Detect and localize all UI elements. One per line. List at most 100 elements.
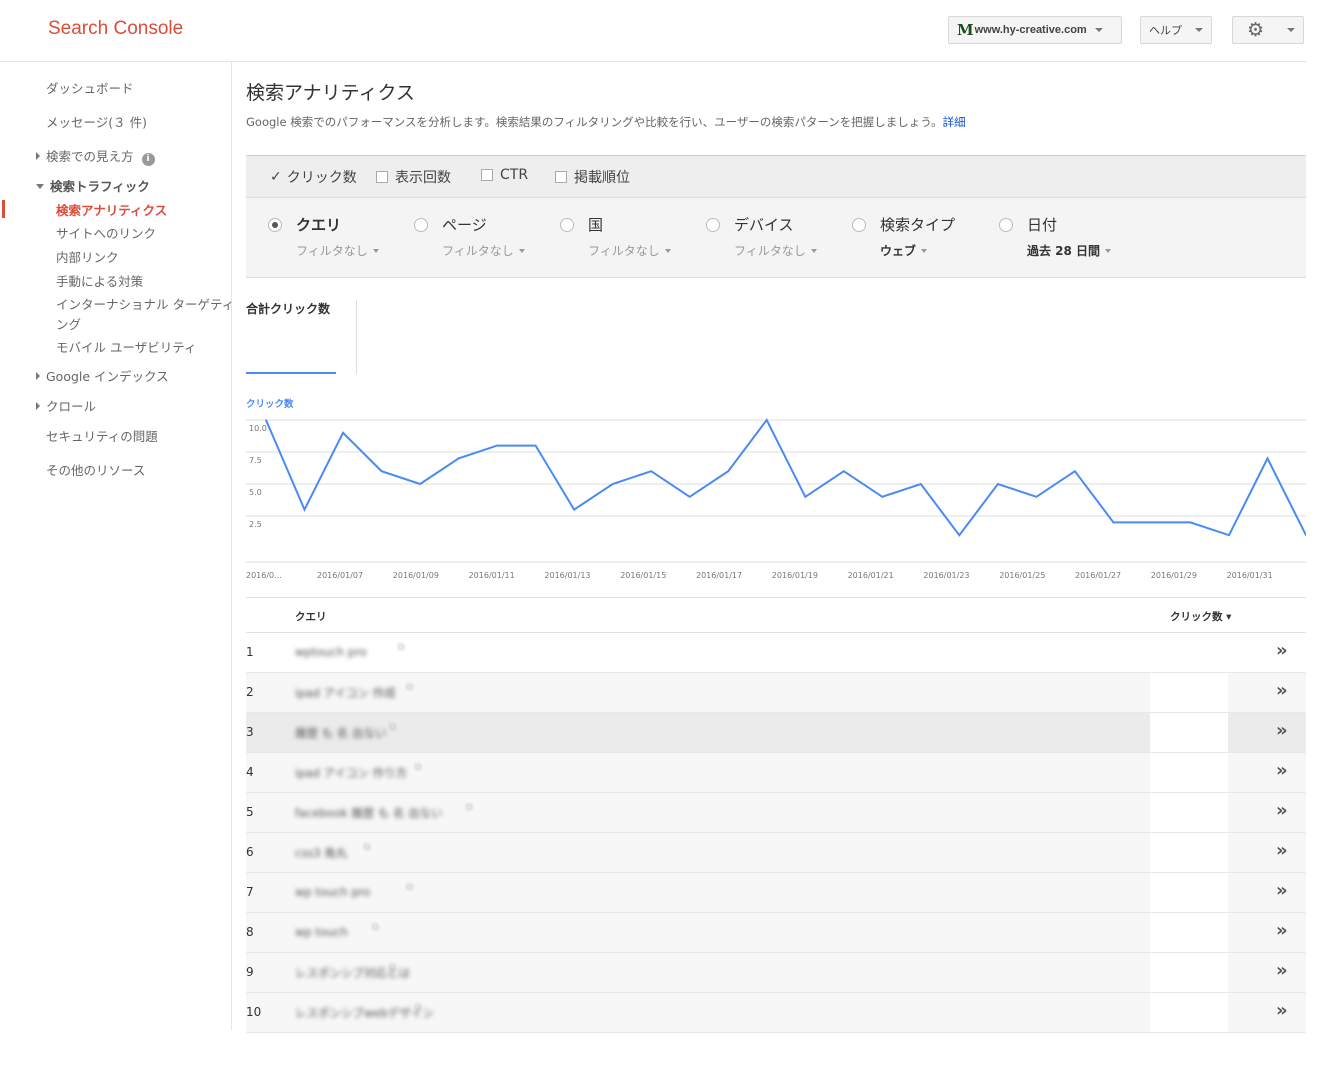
chart-point <box>1151 521 1153 524</box>
metric-label: クリック数 <box>286 170 357 186</box>
sidebar-item-search-appearance[interactable]: 検索での見え方 i <box>36 146 155 166</box>
total-clicks-tab[interactable]: 合計クリック数 <box>246 300 336 374</box>
x-tick-label: 2016/01/27 <box>1075 571 1121 580</box>
sidebar-item-search-traffic[interactable]: 検索トラフィック <box>36 176 150 195</box>
external-link-icon[interactable]: ⧉ <box>389 722 396 733</box>
row-query[interactable]: レスポンシブwebデザイン <box>295 1005 434 1021</box>
chart-point <box>419 483 421 485</box>
metric-impressions[interactable]: 表示回数 <box>376 167 451 187</box>
table-row[interactable]: 7 wp touch pro ⧉ » <box>246 873 1306 913</box>
radio[interactable] <box>852 218 866 232</box>
dimension-filter[interactable]: フィルタなし <box>734 242 817 259</box>
chart-point <box>1035 496 1038 498</box>
double-chevron-right-icon[interactable]: » <box>1276 962 1288 980</box>
double-chevron-right-icon[interactable]: » <box>1276 642 1288 660</box>
row-number: 8 <box>246 925 254 939</box>
radio[interactable] <box>560 218 574 232</box>
sidebar-item-international-targeting-cont[interactable]: ング <box>56 314 81 333</box>
x-tick-label: 2016/0... <box>246 571 282 580</box>
column-header-clicks[interactable]: クリック数 ▾ <box>1170 609 1231 624</box>
row-query[interactable]: ipad アイコン 作成 <box>295 685 396 701</box>
info-icon[interactable]: i <box>141 153 155 166</box>
dimension-filter[interactable]: フィルタなし <box>296 242 379 259</box>
x-tick-label: 2016/01/19 <box>772 571 818 580</box>
radio[interactable] <box>999 218 1013 232</box>
table-row[interactable]: 6 css3 角丸 ⧉ » <box>246 833 1306 873</box>
external-link-icon[interactable]: ⧉ <box>406 882 413 893</box>
external-link-icon[interactable]: ⧉ <box>415 1002 422 1013</box>
sidebar-item-search-analytics[interactable]: 検索アナリティクス <box>56 200 167 219</box>
sidebar-item-crawl[interactable]: クロール <box>36 396 96 415</box>
table-row[interactable]: 5 facebook 履歴 も 名 出ない ⧉ » <box>246 793 1306 833</box>
row-query[interactable]: 履歴 も 名 出ない <box>295 725 386 741</box>
row-number: 10 <box>246 1005 262 1019</box>
row-number: 1 <box>246 645 254 659</box>
x-tick-label: 2016/01/15 <box>620 571 666 580</box>
metric-position[interactable]: 掲載順位 <box>555 167 630 187</box>
expand-arrow-icon <box>36 372 40 380</box>
double-chevron-right-icon[interactable]: » <box>1276 682 1288 700</box>
row-query[interactable]: wp touch pro <box>295 885 370 899</box>
external-link-icon[interactable]: ⧉ <box>398 642 405 653</box>
app-logo[interactable]: Search Console <box>48 18 183 40</box>
external-link-icon[interactable]: ⧉ <box>466 802 473 813</box>
sidebar-item-dashboard[interactable]: ダッシュボード <box>46 78 134 97</box>
sidebar-item-international-targeting[interactable]: インターナショナル ターゲティ <box>56 294 234 313</box>
chart-point <box>997 483 999 485</box>
double-chevron-right-icon[interactable]: » <box>1276 1002 1288 1020</box>
sidebar-item-security[interactable]: セキュリティの問題 <box>46 426 158 445</box>
chart-point <box>342 432 344 434</box>
external-link-icon[interactable]: ⧉ <box>364 842 371 853</box>
external-link-icon[interactable]: ⧉ <box>372 922 379 933</box>
dimension-filter[interactable]: フィルタなし <box>442 242 525 259</box>
radio[interactable] <box>414 218 428 232</box>
sidebar-item-other-resources[interactable]: その他のリソース <box>46 460 145 479</box>
sidebar-item-messages[interactable]: メッセージ(３ 件) <box>46 112 147 131</box>
site-selector[interactable]: M www.hy-creative.com <box>948 16 1122 44</box>
dimension-filter[interactable]: 過去 28 日間 <box>1027 242 1112 259</box>
help-button[interactable]: ヘルプ <box>1140 16 1212 44</box>
row-query[interactable]: wptouch pro <box>295 645 367 659</box>
checkbox[interactable] <box>555 171 567 183</box>
sidebar-item-links-to-site[interactable]: サイトへのリンク <box>56 223 156 242</box>
details-link[interactable]: 詳細 <box>943 115 966 129</box>
table-row[interactable]: 8 wp touch ⧉ » <box>246 913 1306 953</box>
dimension-filter[interactable]: フィルタなし <box>588 242 671 259</box>
row-query[interactable]: ipad アイコン 作り方 <box>295 765 407 781</box>
clicks-cell <box>1150 993 1228 1032</box>
double-chevron-right-icon[interactable]: » <box>1276 842 1288 860</box>
double-chevron-right-icon[interactable]: » <box>1276 722 1288 740</box>
external-link-icon[interactable]: ⧉ <box>389 962 396 973</box>
double-chevron-right-icon[interactable]: » <box>1276 802 1288 820</box>
settings-button[interactable]: ⚙ <box>1232 16 1304 44</box>
sidebar-item-google-index[interactable]: Google インデックス <box>36 366 169 385</box>
radio-selected[interactable] <box>268 218 282 232</box>
external-link-icon[interactable]: ⧉ <box>406 682 413 693</box>
table-row[interactable]: 9 レスポンシブ対応とは ⧉» <box>246 953 1306 993</box>
double-chevron-right-icon[interactable]: » <box>1276 882 1288 900</box>
dimension-filter[interactable]: ウェブ <box>880 242 928 259</box>
double-chevron-right-icon[interactable]: » <box>1276 762 1288 780</box>
sidebar-item-mobile-usability[interactable]: モバイル ユーザビリティ <box>56 337 196 356</box>
table-row[interactable]: 3 履歴 も 名 出ない ⧉ » <box>246 713 1306 753</box>
table-row[interactable]: 10 レスポンシブwebデザイン ⧉ » <box>246 993 1306 1033</box>
radio[interactable] <box>706 218 720 232</box>
sidebar-item-manual-actions[interactable]: 手動による対策 <box>56 271 143 290</box>
sidebar-item-internal-links[interactable]: 内部リンク <box>56 247 119 266</box>
table-row[interactable]: 2 ipad アイコン 作成 ⧉ » <box>246 673 1306 713</box>
sidebar-item-label: 検索トラフィック <box>50 179 150 194</box>
checkbox[interactable] <box>376 171 388 183</box>
chart-point <box>1189 521 1192 524</box>
double-chevron-right-icon[interactable]: » <box>1276 922 1288 940</box>
row-query[interactable]: facebook 履歴 も 名 出ない <box>295 805 443 821</box>
table-row[interactable]: 4 ipad アイコン 作り方 ⧉ » <box>246 753 1306 793</box>
column-header-query[interactable]: クエリ <box>295 609 327 624</box>
external-link-icon[interactable]: ⧉ <box>415 762 422 773</box>
metric-clicks[interactable]: ✓ クリック数 <box>270 167 357 187</box>
metric-ctr[interactable]: CTR <box>481 167 528 183</box>
row-query[interactable]: css3 角丸 <box>295 845 347 861</box>
checkbox[interactable] <box>481 169 493 181</box>
table-row[interactable]: 1 wptouch pro ⧉ » <box>246 633 1306 673</box>
row-query[interactable]: wp touch <box>295 925 348 939</box>
total-clicks-label: 合計クリック数 <box>246 302 331 316</box>
